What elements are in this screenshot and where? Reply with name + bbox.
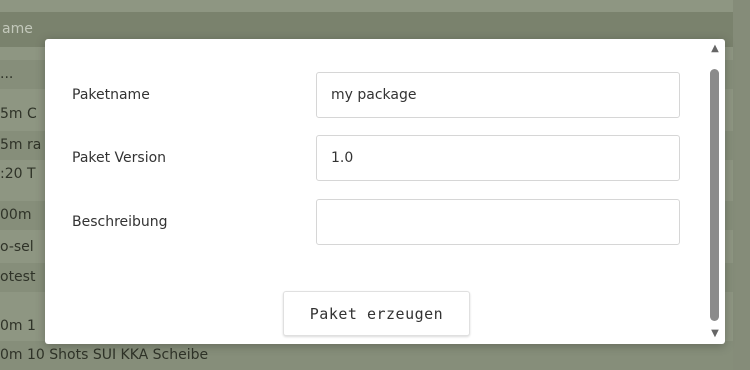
scroll-down-icon[interactable]: ▼ bbox=[705, 327, 725, 341]
dialog-scrollbar[interactable]: ▲ ▼ bbox=[705, 39, 725, 344]
background-row: 0m 10 Shots SUI KKA Scheibe bbox=[0, 341, 750, 370]
package-name-label: Paketname bbox=[72, 87, 150, 103]
scroll-up-icon[interactable]: ▲ bbox=[705, 42, 725, 56]
package-version-label: Paket Version bbox=[72, 150, 167, 166]
create-package-dialog: Paketname Paket Version Beschreibung Pak… bbox=[45, 39, 725, 344]
package-name-input[interactable] bbox=[316, 72, 680, 118]
package-version-row: Paket Version bbox=[45, 135, 725, 181]
description-input[interactable] bbox=[316, 199, 680, 245]
package-version-input[interactable] bbox=[316, 135, 680, 181]
overlay-edge bbox=[733, 0, 750, 370]
package-name-row: Paketname bbox=[45, 72, 725, 118]
description-row: Beschreibung bbox=[45, 199, 725, 245]
description-label: Beschreibung bbox=[72, 214, 168, 230]
create-package-button[interactable]: Paket erzeugen bbox=[283, 291, 470, 336]
scroll-thumb[interactable] bbox=[710, 69, 719, 321]
